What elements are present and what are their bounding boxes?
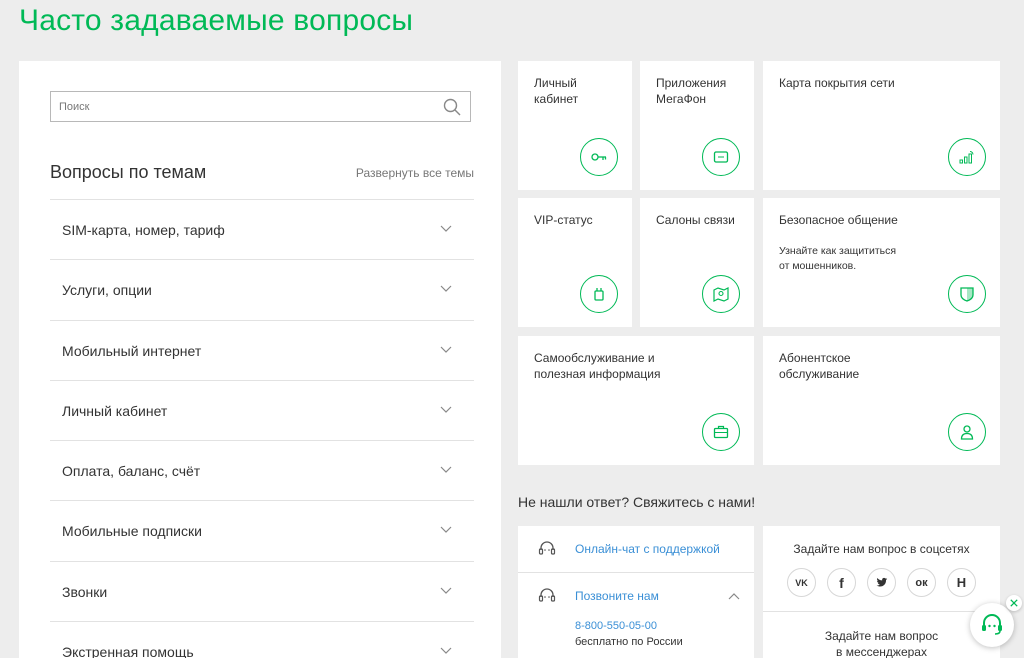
online-chat-label: Онлайн-чат с поддержкой (575, 542, 720, 556)
facebook-label: f (839, 574, 844, 591)
social-links: VK f ок H (787, 568, 976, 597)
headset-icon (538, 588, 556, 602)
tile-self-service[interactable]: Самообслуживание и полезная информация (518, 336, 754, 465)
chevron-down-icon (440, 647, 452, 654)
headset-icon (538, 541, 556, 555)
tile-title: Самообслуживание и полезная информация (534, 351, 661, 381)
tile-title: Безопасное общение (779, 213, 898, 227)
briefcase-icon (702, 413, 740, 451)
phone-number[interactable]: 8-800-550-05-00 (575, 620, 657, 632)
headset-icon (982, 614, 1002, 635)
shield-icon (948, 275, 986, 313)
contact-heading: Не нашли ответ? Свяжитесь с нами! (518, 494, 756, 510)
tile-megafon-apps[interactable]: Приложения МегаФон (640, 61, 754, 190)
phone-note: бесплатно по России (575, 636, 683, 648)
search-icon[interactable] (443, 98, 461, 116)
tile-title: Салоны связи (656, 213, 735, 227)
vk-label: VK (795, 577, 808, 588)
topics-heading: Вопросы по темам (50, 162, 207, 182)
tile-title: VIP-статус (534, 213, 593, 227)
chevron-down-icon (440, 527, 452, 534)
messenger-heading: Задайте нам вопрос в мессенджерах (824, 629, 939, 658)
search-input[interactable] (51, 92, 431, 121)
chevron-down-icon (440, 285, 452, 293)
user-icon (948, 413, 986, 451)
topic-item[interactable]: Оплата, баланс, счёт (50, 440, 474, 500)
chevron-down-icon (440, 225, 452, 232)
chevron-down-icon (440, 406, 452, 413)
tile-title: Приложения МегаФон (656, 76, 727, 106)
topic-item[interactable]: Услуги, опции (50, 259, 474, 319)
social-heading: Задайте нам вопрос в соцсетях (793, 542, 970, 556)
topic-label: Личный кабинет (62, 402, 168, 419)
tile-customer-service[interactable]: Абонентское обслуживание (763, 336, 1000, 465)
tile-title: Абонентское обслуживание (779, 351, 860, 381)
tile-safe-communication[interactable]: Безопасное общение Узнайте как защититьс… (763, 198, 1000, 327)
contact-options: Онлайн-чат с поддержкой Позвоните нам 8-… (518, 526, 754, 658)
search-box[interactable] (50, 91, 471, 122)
signal-icon (948, 138, 986, 176)
odnoklassniki-label: ок (915, 576, 928, 589)
call-us-toggle[interactable]: Позвоните нам (518, 573, 754, 613)
topic-list: SIM-карта, номер, тариф Услуги, опции Мо… (50, 199, 474, 658)
tile-stores[interactable]: Салоны связи (640, 198, 754, 327)
topic-item[interactable]: Звонки (50, 560, 474, 621)
topic-item[interactable]: Личный кабинет (50, 379, 474, 440)
topic-item[interactable]: SIM-карта, номер, тариф (50, 199, 474, 259)
social-contacts: Задайте нам вопрос в соцсетях VK f ок H … (763, 526, 1000, 658)
topic-label: Экстренная помощь (62, 644, 194, 658)
odnoklassniki-icon[interactable]: ок (907, 568, 936, 597)
divider (763, 611, 1000, 612)
map-pin-icon (702, 275, 740, 313)
tile-title: Карта покрытия сети (779, 76, 895, 90)
tile-description: Узнайте как защититься от мошенников. (779, 245, 897, 272)
topic-item[interactable]: Экстренная помощь (50, 621, 474, 658)
call-us-label: Позвоните нам (575, 589, 659, 603)
chevron-down-icon (440, 466, 452, 474)
habr-label: H (956, 575, 967, 590)
faq-panel: Вопросы по темам Развернуть все темы SIM… (19, 61, 501, 658)
topic-label: Услуги, опции (62, 282, 152, 299)
twitter-icon[interactable] (867, 568, 896, 597)
chevron-up-icon (728, 593, 740, 600)
tile-title: Личный кабинет (534, 76, 579, 106)
tile-personal-account[interactable]: Личный кабинет (518, 61, 632, 190)
tile-coverage-map[interactable]: Карта покрытия сети (763, 61, 1000, 190)
vip-badge-icon (580, 275, 618, 313)
tile-vip-status[interactable]: VIP-статус (518, 198, 632, 327)
chevron-down-icon (440, 587, 452, 594)
topic-item[interactable]: Мобильные подписки (50, 500, 474, 560)
topic-label: SIM-карта, номер, тариф (62, 222, 225, 238)
chat-widget-close-button[interactable] (1006, 595, 1022, 611)
page-title: Часто задаваемые вопросы (19, 4, 414, 37)
habr-icon[interactable]: H (947, 568, 976, 597)
topic-label: Мобильный интернет (62, 342, 202, 359)
vk-icon[interactable]: VK (787, 568, 816, 597)
facebook-icon[interactable]: f (827, 568, 856, 597)
online-chat-link[interactable]: Онлайн-чат с поддержкой (518, 526, 754, 572)
topic-item[interactable]: Мобильный интернет (50, 319, 474, 380)
close-icon (1010, 599, 1018, 607)
key-icon (580, 138, 618, 176)
chevron-down-icon (440, 346, 452, 353)
chat-widget-button[interactable] (970, 603, 1014, 647)
topic-label: Звонки (62, 583, 108, 600)
topic-label: Мобильные подписки (62, 523, 202, 540)
topic-label: Оплата, баланс, счёт (62, 463, 201, 480)
expand-all-link[interactable]: Развернуть все темы (356, 166, 474, 180)
app-icon (702, 138, 740, 176)
